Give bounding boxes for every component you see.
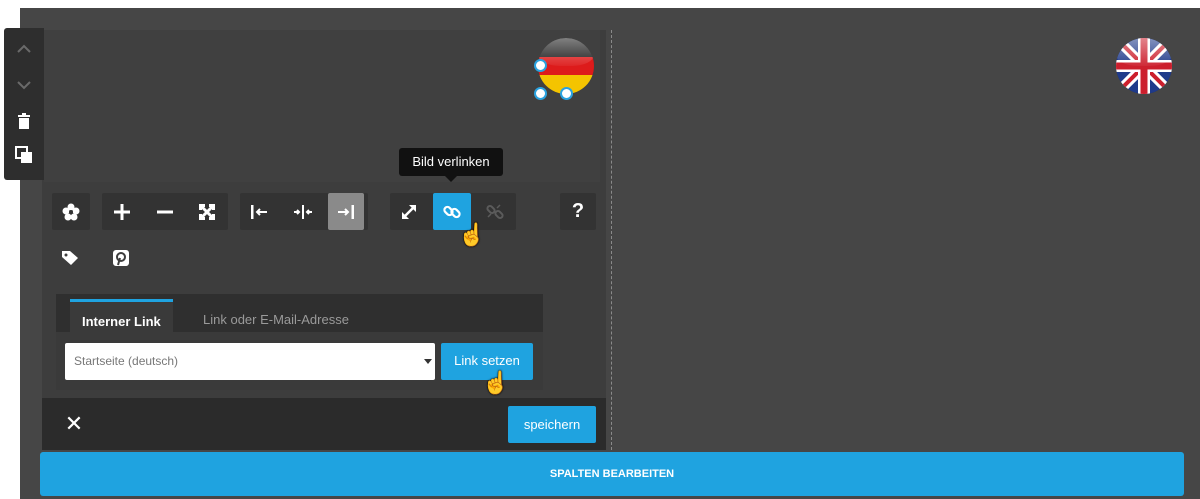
- edit-columns-button[interactable]: SPALTEN BEARBEITEN: [40, 452, 1184, 496]
- link-icon: [443, 205, 461, 218]
- delete-button[interactable]: [4, 106, 44, 136]
- resize-handle[interactable]: [560, 87, 573, 100]
- page-select[interactable]: Startseite (deutsch): [65, 343, 435, 380]
- resize-handle[interactable]: [534, 87, 547, 100]
- unlink-button[interactable]: [477, 193, 513, 230]
- close-button[interactable]: ✕: [62, 410, 86, 438]
- resize-handle[interactable]: [534, 59, 547, 72]
- tag-icon: [62, 251, 78, 265]
- tab-external-link[interactable]: Link oder E-Mail-Adresse: [191, 299, 361, 332]
- unlink-icon: [486, 203, 504, 219]
- help-button[interactable]: ?: [560, 193, 596, 230]
- tag-button[interactable]: [52, 242, 88, 274]
- expand-icon: [198, 203, 216, 220]
- align-left-button[interactable]: [241, 193, 277, 230]
- save-button[interactable]: speichern: [508, 406, 596, 443]
- tab-internal-link[interactable]: Interner Link: [70, 299, 173, 332]
- fullscreen-button[interactable]: [189, 193, 225, 230]
- duplicate-button[interactable]: [4, 140, 44, 170]
- plus-icon: [114, 203, 130, 220]
- align-center-button[interactable]: [285, 193, 321, 230]
- style-button[interactable]: [53, 193, 89, 230]
- side-toolbar: [4, 28, 44, 180]
- align-right-button[interactable]: [328, 193, 364, 230]
- zoom-in-button[interactable]: [104, 193, 140, 230]
- page-select-value: Startseite (deutsch): [74, 354, 179, 368]
- align-center-icon: [294, 204, 312, 219]
- copy-icon: [15, 146, 32, 163]
- pinterest-icon: [113, 250, 129, 266]
- align-left-icon: [251, 204, 267, 219]
- trash-icon: [18, 113, 30, 129]
- zoom-out-button[interactable]: [147, 193, 183, 230]
- move-up-button[interactable]: [4, 34, 44, 64]
- align-right-icon: [338, 204, 354, 219]
- help-icon: ?: [571, 200, 585, 222]
- link-image-tooltip: Bild verlinken: [399, 148, 503, 182]
- chevron-down-icon: [17, 81, 31, 90]
- pinterest-button[interactable]: [103, 242, 139, 274]
- uk-flag-image[interactable]: [1116, 38, 1172, 94]
- resize-button[interactable]: [391, 193, 427, 230]
- move-down-button[interactable]: [4, 70, 44, 100]
- link-image-button[interactable]: [433, 193, 471, 230]
- chevron-up-icon: [17, 44, 31, 53]
- caret-down-icon: [424, 359, 432, 364]
- minus-icon: [157, 210, 173, 213]
- set-link-button[interactable]: Link setzen: [441, 343, 533, 380]
- image-area: [44, 30, 600, 182]
- flower-icon: [62, 203, 80, 220]
- column-divider: [611, 30, 612, 450]
- resize-icon: [402, 204, 416, 219]
